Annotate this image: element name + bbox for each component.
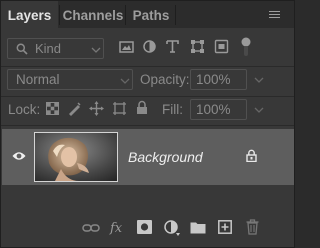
panel-tab-bar: Layers Channels Paths <box>1 1 294 28</box>
blend-mode-dropdown[interactable]: Normal <box>7 69 133 90</box>
chevron-down-icon <box>120 78 130 84</box>
opacity-slider-chevron-icon[interactable] <box>254 77 264 83</box>
adjustment-filter-icon[interactable] <box>142 39 157 54</box>
filter-kind-label: Kind <box>35 41 62 56</box>
filter-toggle-switch[interactable] <box>241 37 251 57</box>
type-filter-icon[interactable] <box>165 39 180 54</box>
tab-channels[interactable]: Channels <box>62 1 124 28</box>
layers-panel: Layers Channels Paths Kind Normal Opacit… <box>0 0 295 248</box>
layer-row-background[interactable]: Background <box>2 129 294 185</box>
new-group-icon[interactable] <box>190 221 206 234</box>
image-filter-icon[interactable] <box>119 39 134 54</box>
tab-layers[interactable]: Layers <box>1 1 58 28</box>
fx-icon[interactable]: fx <box>109 220 125 235</box>
lock-image-pixels-icon[interactable] <box>67 101 82 116</box>
panel-menu-icon[interactable] <box>269 11 280 18</box>
shape-filter-icon[interactable] <box>190 39 205 54</box>
svg-text:fx: fx <box>109 221 123 235</box>
portrait-thumbnail-image <box>35 133 117 181</box>
tab-divider <box>125 5 126 25</box>
tab-divider <box>59 5 60 25</box>
fill-slider-chevron-icon[interactable] <box>254 107 264 113</box>
adjustment-layer-icon[interactable] <box>164 220 181 237</box>
chevron-down-icon <box>91 47 101 53</box>
opacity-value: 100% <box>196 72 231 87</box>
lock-label: Lock: <box>8 102 41 117</box>
layers-bottom-toolbar: fx <box>1 213 294 243</box>
blend-mode-value: Normal <box>16 72 60 87</box>
smart-object-filter-icon[interactable] <box>214 39 229 54</box>
opacity-input[interactable]: 100% <box>190 69 247 90</box>
visibility-eye-icon[interactable] <box>12 151 26 161</box>
layer-lock-icon[interactable] <box>246 149 257 162</box>
lock-all-icon[interactable] <box>136 100 148 115</box>
lock-position-icon[interactable] <box>89 101 104 116</box>
layer-name[interactable]: Background <box>128 149 203 165</box>
tab-divider <box>175 5 176 25</box>
lock-artboard-icon[interactable] <box>112 101 127 116</box>
filter-kind-dropdown[interactable]: Kind <box>7 38 104 59</box>
add-mask-icon[interactable] <box>137 220 152 234</box>
divider <box>1 66 294 67</box>
link-layers-icon[interactable] <box>82 223 100 233</box>
new-layer-icon[interactable] <box>218 220 232 234</box>
lock-transparent-pixels-icon[interactable] <box>46 102 59 115</box>
divider <box>1 96 294 97</box>
tab-paths[interactable]: Paths <box>128 1 174 28</box>
fill-input[interactable]: 100% <box>190 99 247 120</box>
search-icon <box>16 43 28 55</box>
opacity-label: Opacity: <box>140 72 190 87</box>
delete-layer-icon[interactable] <box>246 219 259 235</box>
fill-value: 100% <box>196 102 231 117</box>
divider <box>1 125 294 126</box>
layer-thumbnail[interactable] <box>34 132 118 182</box>
fill-label: Fill: <box>162 102 183 117</box>
